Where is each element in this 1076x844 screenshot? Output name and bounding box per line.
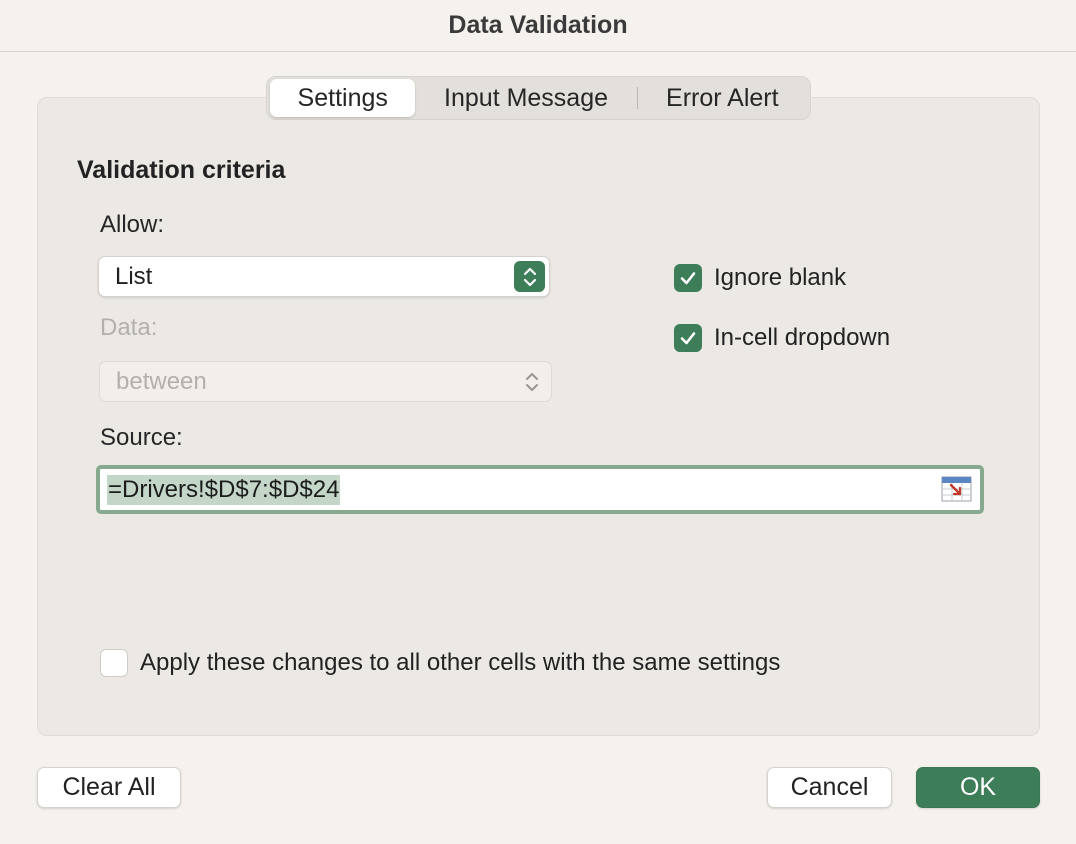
allow-label: Allow:	[100, 211, 165, 238]
ok-button[interactable]: OK	[916, 767, 1040, 808]
checkmark-icon	[680, 332, 696, 345]
data-select: between	[99, 361, 552, 402]
chevron-updown-icon	[514, 261, 545, 292]
dialog-title: Data Validation	[448, 11, 628, 39]
checkmark-icon	[680, 272, 696, 285]
tab-bar: Settings Input Message Error Alert	[266, 76, 811, 120]
title-bar: Data Validation	[0, 0, 1076, 52]
ignore-blank-checkbox[interactable]	[674, 264, 702, 292]
source-input-value: =Drivers!$D$7:$D$24	[107, 474, 341, 505]
apply-all-checkbox[interactable]	[100, 649, 128, 677]
settings-panel	[37, 97, 1040, 736]
data-label: Data:	[100, 314, 158, 341]
tab-error-alert[interactable]: Error Alert	[638, 79, 807, 117]
ignore-blank-option[interactable]: Ignore blank	[674, 264, 846, 292]
tab-settings[interactable]: Settings	[270, 79, 416, 117]
allow-select[interactable]: List	[98, 256, 550, 297]
source-input[interactable]: =Drivers!$D$7:$D$24	[96, 465, 984, 514]
in-cell-dropdown-checkbox[interactable]	[674, 324, 702, 352]
data-select-value: between	[116, 367, 207, 395]
in-cell-dropdown-label: In-cell dropdown	[714, 324, 891, 351]
section-title: Validation criteria	[77, 156, 286, 184]
clear-all-button[interactable]: Clear All	[37, 767, 181, 808]
in-cell-dropdown-option[interactable]: In-cell dropdown	[674, 324, 890, 352]
allow-select-value: List	[115, 262, 153, 290]
apply-all-option[interactable]: Apply these changes to all other cells w…	[100, 649, 780, 677]
range-selector-icon[interactable]	[941, 476, 972, 502]
ignore-blank-label: Ignore blank	[714, 264, 847, 291]
chevron-updown-icon	[516, 366, 547, 397]
source-label: Source:	[100, 424, 183, 451]
cancel-button[interactable]: Cancel	[767, 767, 892, 808]
tab-input-message[interactable]: Input Message	[415, 79, 636, 117]
apply-all-label: Apply these changes to all other cells w…	[140, 649, 781, 676]
